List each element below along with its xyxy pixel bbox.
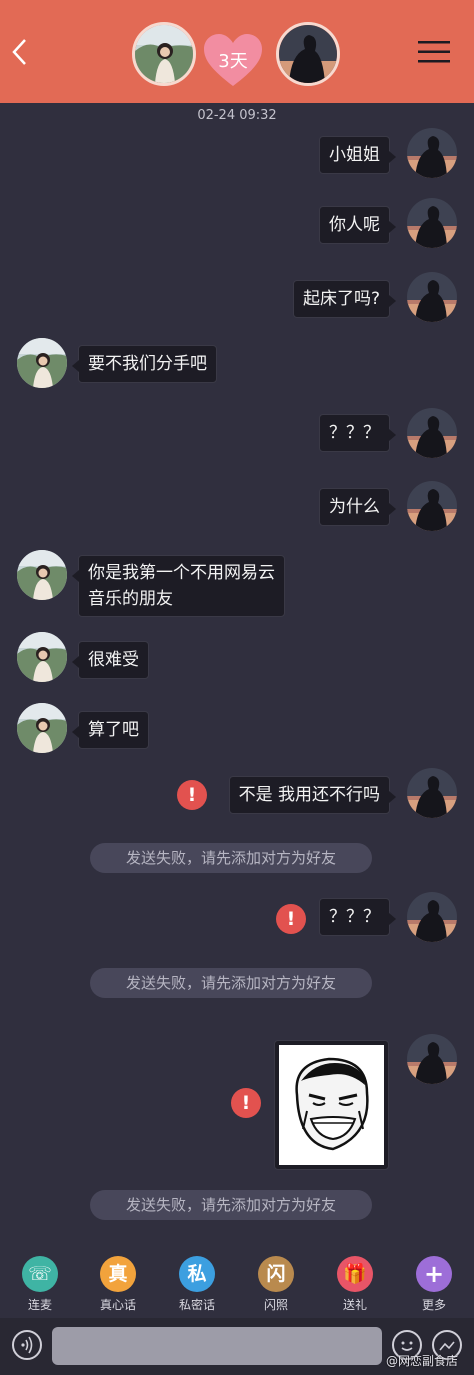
send-failed-notice: 发送失败，请先添加对方为好友 xyxy=(90,843,372,873)
tool-label: 真心话 xyxy=(99,1298,136,1312)
my-avatar[interactable] xyxy=(276,22,340,86)
tool-voice-call[interactable]: ☏ 连麦 xyxy=(10,1256,70,1313)
gift-icon: 🎁 xyxy=(337,1256,373,1292)
phone-icon: ☏ xyxy=(22,1256,58,1292)
message-timestamp: 02-24 09:32 xyxy=(197,108,277,123)
message-input[interactable] xyxy=(52,1327,382,1365)
my-avatar[interactable] xyxy=(407,408,457,458)
tool-flash-photo[interactable]: 闪 闪照 xyxy=(246,1256,306,1313)
my-avatar[interactable] xyxy=(407,481,457,531)
send-failed-icon[interactable]: ! xyxy=(231,1088,261,1118)
send-failed-icon[interactable]: ! xyxy=(177,780,207,810)
chat-header: 3天 xyxy=(0,0,474,103)
message-bubble[interactable]: 起床了吗? xyxy=(292,280,397,318)
private-icon: 私 xyxy=(179,1256,215,1292)
message-bubble[interactable]: 小姐姐 xyxy=(319,136,396,174)
my-avatar[interactable] xyxy=(407,128,457,178)
sticker-message[interactable] xyxy=(274,1040,389,1170)
message-bubble[interactable]: 算了吧 xyxy=(72,711,149,749)
message-bubble[interactable]: 为什么 xyxy=(319,488,396,526)
message-bubble[interactable]: ？？？ xyxy=(319,414,396,452)
tool-private[interactable]: 私 私密话 xyxy=(167,1256,227,1313)
menu-icon[interactable] xyxy=(418,40,450,64)
message-bubble[interactable]: ？？？ xyxy=(319,898,396,936)
message-bubble[interactable]: 你人呢 xyxy=(319,206,396,244)
message-bubble[interactable]: 很难受 xyxy=(72,641,149,679)
plus-icon: + xyxy=(416,1256,452,1292)
send-failed-icon[interactable]: ! xyxy=(276,904,306,934)
truth-icon: 真 xyxy=(100,1256,136,1292)
message-bubble[interactable]: 不是 我用还不行吗 xyxy=(228,776,397,814)
my-avatar[interactable] xyxy=(407,892,457,942)
tool-truth[interactable]: 真 真心话 xyxy=(88,1256,148,1313)
message-line: 音乐的朋友 xyxy=(88,589,173,609)
streak-days: 3天 xyxy=(218,51,248,72)
my-avatar[interactable] xyxy=(407,1034,457,1084)
message-bubble[interactable]: 你是我第一个不用网易云 音乐的朋友 xyxy=(72,555,285,617)
back-arrow-icon[interactable] xyxy=(8,36,32,68)
my-avatar[interactable] xyxy=(407,198,457,248)
tool-label: 闪照 xyxy=(263,1298,288,1312)
tool-label: 送礼 xyxy=(342,1298,367,1312)
message-line: 你是我第一个不用网易云 xyxy=(88,563,275,583)
tool-label: 私密话 xyxy=(178,1298,215,1312)
partner-avatar[interactable] xyxy=(17,703,67,753)
partner-avatar[interactable] xyxy=(17,338,67,388)
my-avatar[interactable] xyxy=(407,272,457,322)
partner-avatar[interactable] xyxy=(132,22,196,86)
feature-toolbar: ☏ 连麦 真 真心话 私 私密话 闪 闪照 🎁 送礼 + 更多 xyxy=(0,1248,474,1318)
flash-photo-icon: 闪 xyxy=(258,1256,294,1292)
tool-more[interactable]: + 更多 xyxy=(404,1256,464,1313)
partner-avatar[interactable] xyxy=(17,632,67,682)
partner-avatar[interactable] xyxy=(17,550,67,600)
watermark: @网恋副食店 xyxy=(386,1354,459,1368)
tool-gift[interactable]: 🎁 送礼 xyxy=(325,1256,385,1313)
my-avatar[interactable] xyxy=(407,768,457,818)
meme-face-icon xyxy=(279,1045,384,1165)
message-bubble[interactable]: 要不我们分手吧 xyxy=(72,345,217,383)
send-failed-notice: 发送失败，请先添加对方为好友 xyxy=(90,1190,372,1220)
tool-label: 连麦 xyxy=(27,1298,52,1312)
voice-toggle-icon[interactable] xyxy=(12,1330,42,1360)
tool-label: 更多 xyxy=(421,1298,446,1312)
send-failed-notice: 发送失败，请先添加对方为好友 xyxy=(90,968,372,998)
